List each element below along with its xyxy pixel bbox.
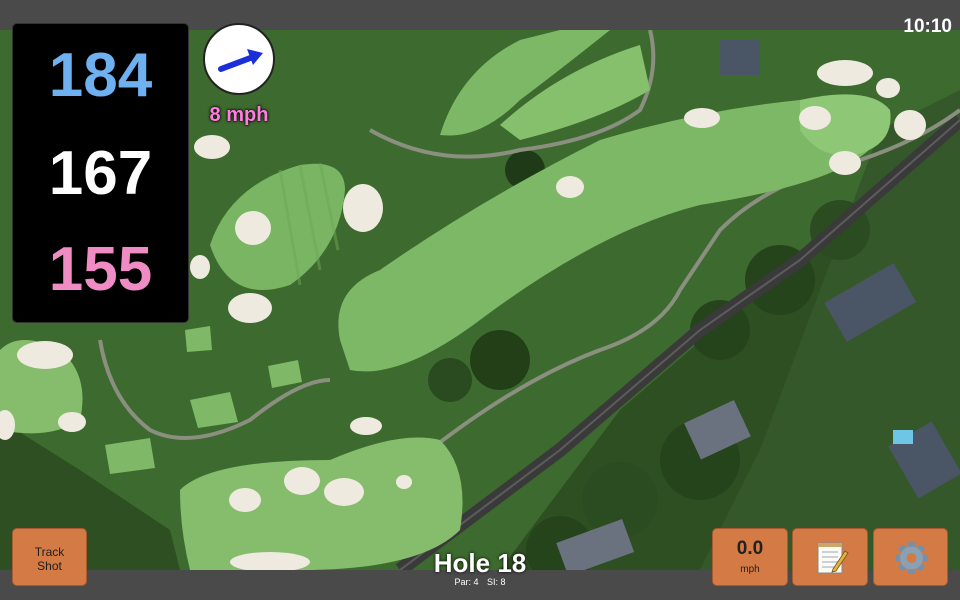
track-shot-label-line2: Shot [37,559,62,573]
clock: 10:10 [903,16,952,37]
middle-distance: 167 [48,139,153,208]
wind-indicator [203,23,275,95]
front-distance: 155 [48,235,153,304]
hole-title: Hole 18 [433,548,527,578]
hole-meta: Par: 4 SI: 8 [380,577,580,587]
notepad-icon [817,542,849,574]
hole-par: Par: 4 [454,577,479,587]
back-distance: 184 [48,41,153,110]
speed-value: 0.0 [736,538,764,559]
speed-unit: mph [740,564,760,575]
notes-button[interactable] [792,528,868,586]
wind-direction-arrow-icon [218,49,263,72]
settings-button[interactable] [873,528,948,586]
gear-icon [895,542,928,574]
track-shot-button[interactable]: Track Shot [12,528,87,586]
wind-speed-label: 8 mph [209,104,269,126]
track-shot-label-line1: Track [34,545,65,559]
hole-stroke-index: SI: 8 [487,577,506,587]
speed-button[interactable]: 0.0 mph [712,528,788,586]
distance-panel: 184 167 155 [12,23,189,323]
